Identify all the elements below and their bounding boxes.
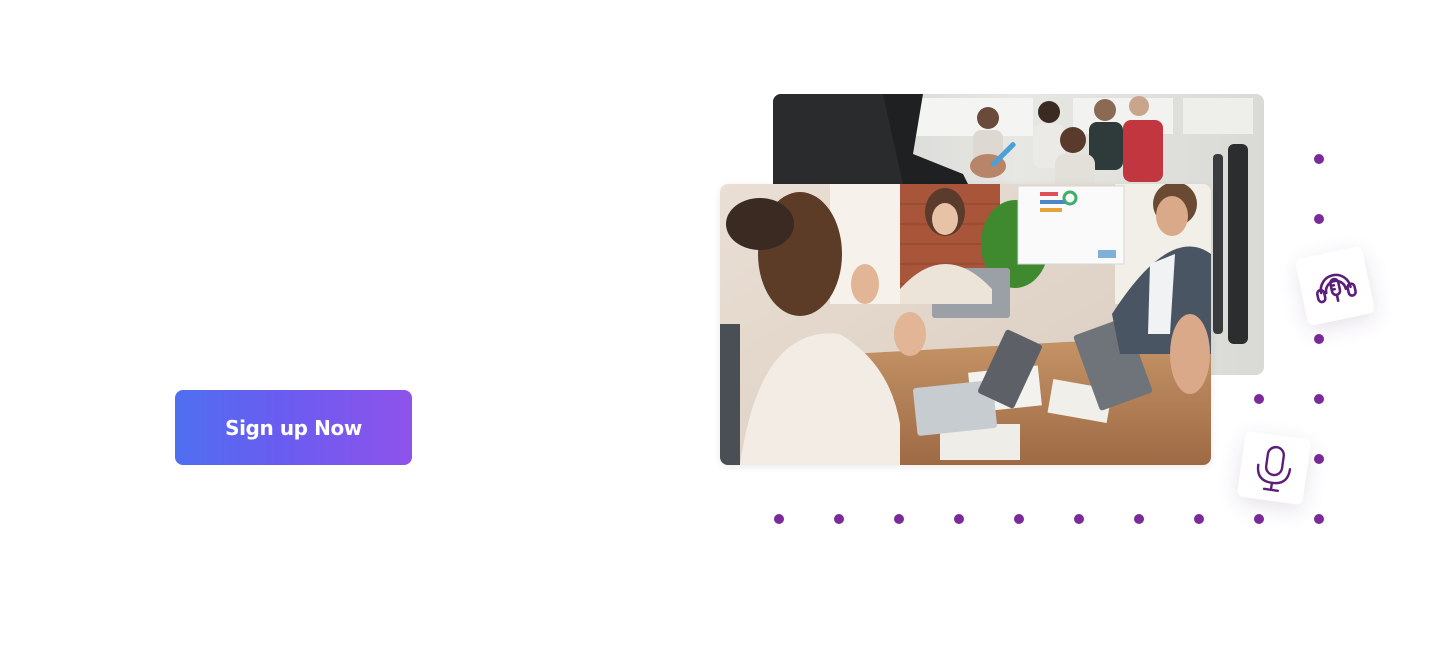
sign-up-now-label: Sign up Now [225, 415, 362, 440]
microphone-icon-card [1236, 430, 1312, 506]
sign-up-now-button[interactable]: Sign up Now [175, 390, 412, 465]
podcast-icon [1308, 259, 1363, 314]
team-applauding-photo [720, 184, 1211, 465]
microphone-icon [1249, 440, 1300, 496]
podcast-icon-card [1294, 245, 1376, 327]
